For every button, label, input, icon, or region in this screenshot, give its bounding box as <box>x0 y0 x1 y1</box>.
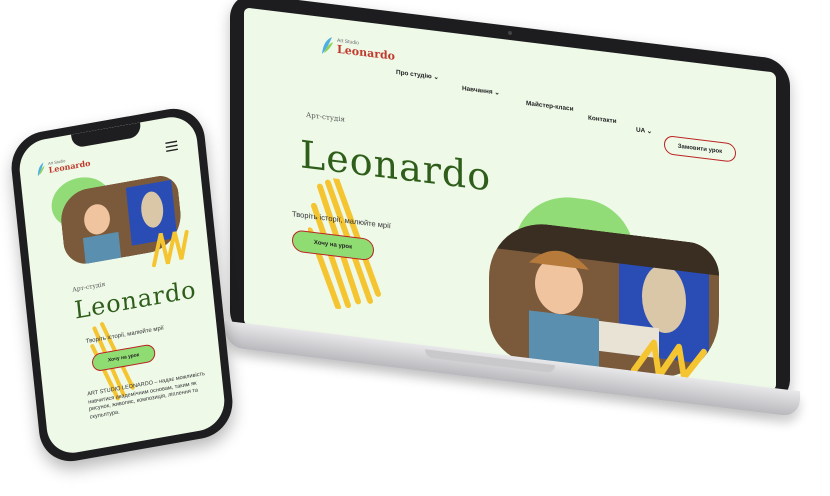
want-lesson-label: Хочу на урок <box>107 352 140 364</box>
nav-item-masterclasses[interactable]: Майстер-класи <box>526 100 574 113</box>
nav-item-label: Навчання <box>462 85 493 96</box>
order-lesson-button[interactable]: Замовити урок <box>664 134 736 163</box>
nav-item-about[interactable]: Про студію ⌄ <box>396 68 439 81</box>
site-logo[interactable]: Art Studio Leonardo <box>320 35 395 64</box>
language-label: UA <box>636 126 645 135</box>
yellow-scribble-decoration <box>152 229 189 268</box>
nav-item-contacts[interactable]: Контакти <box>588 115 617 126</box>
logo-text: Art Studio Leonardo <box>48 155 91 175</box>
laptop-camera <box>508 30 512 36</box>
feather-logo-icon <box>37 162 45 177</box>
chevron-down-icon: ⌄ <box>433 73 439 82</box>
nav-item-label: Про студію <box>396 69 432 81</box>
want-lesson-label: Хочу на урок <box>313 239 353 251</box>
nav-item-label: Контакти <box>588 114 617 126</box>
chevron-down-icon: ⌄ <box>494 89 500 97</box>
order-lesson-label: Замовити урок <box>677 143 723 155</box>
chevron-down-icon: ⌄ <box>646 127 653 136</box>
hero-kicker: Арт-студія <box>306 110 345 124</box>
logo-text: Art Studio Leonardo <box>337 38 395 63</box>
phone-body: Art Studio Leonardo Арт-студія Leonardo … <box>8 103 236 467</box>
nav-item-label: Майстер-класи <box>526 99 574 113</box>
language-selector[interactable]: UA ⌄ <box>636 125 652 135</box>
hamburger-icon[interactable] <box>165 140 179 153</box>
nav-item-learning[interactable]: Навчання ⌄ <box>462 84 500 97</box>
feather-logo-icon <box>322 37 333 54</box>
laptop-mockup: Art Studio Leonardo Про студію ⌄ Навчанн… <box>210 0 810 428</box>
phone-mockup: Art Studio Leonardo Арт-студія Leonardo … <box>8 103 242 467</box>
phone-notch <box>71 122 142 149</box>
phone-screen: Art Studio Leonardo Арт-студія Leonardo … <box>16 112 228 458</box>
site-logo[interactable]: Art Studio Leonardo <box>35 154 91 178</box>
